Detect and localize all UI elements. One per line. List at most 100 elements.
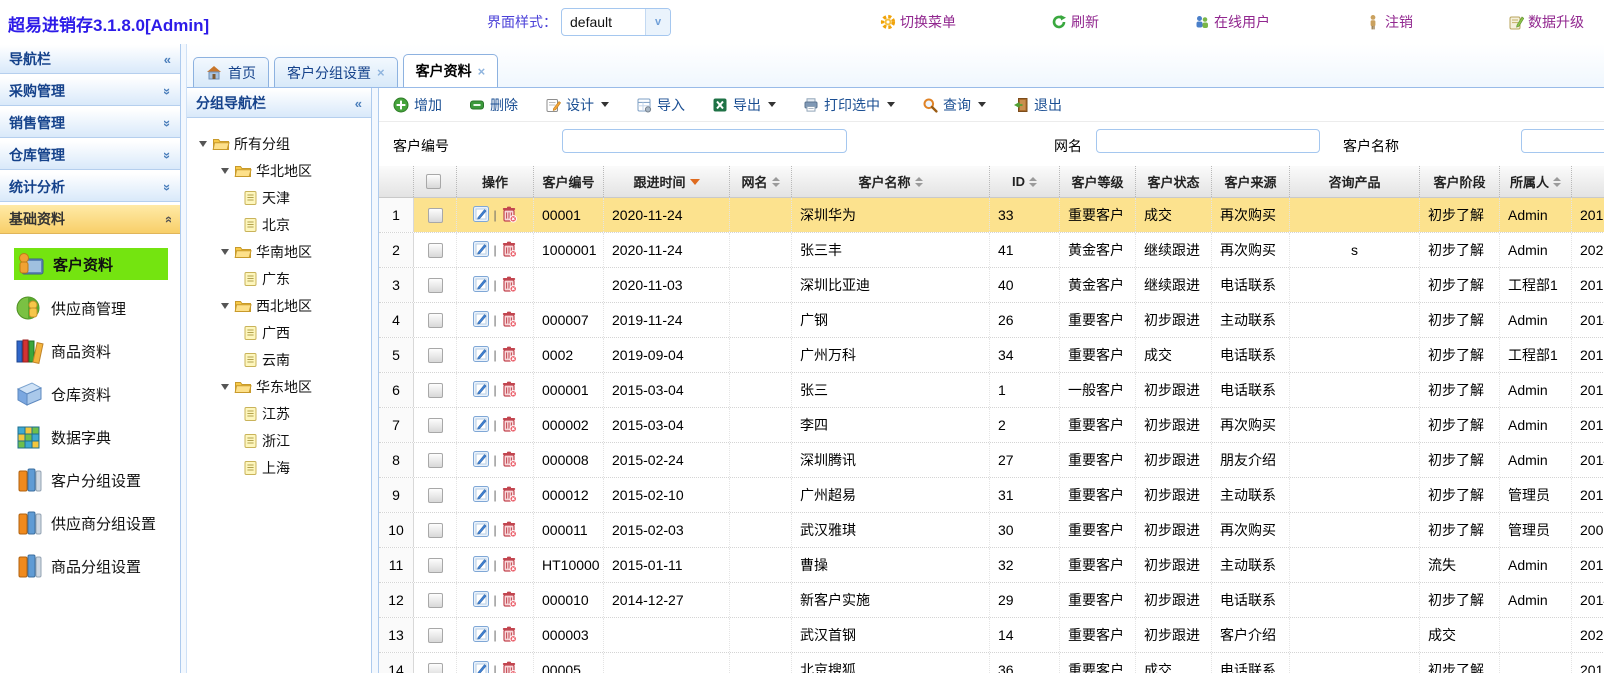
tree-node-上海[interactable]: 上海 bbox=[193, 454, 371, 481]
toolbar-button-查询[interactable]: 查询 bbox=[922, 95, 986, 115]
edit-button[interactable] bbox=[472, 415, 490, 436]
top-action-person[interactable]: 注销 bbox=[1365, 12, 1413, 32]
row-checkbox[interactable] bbox=[428, 418, 443, 433]
delete-button[interactable] bbox=[500, 310, 518, 331]
table-row[interactable]: 11|HT100002015-01-11曹操32重要客户初步跟进主动联系流失Ad… bbox=[379, 548, 1604, 583]
sidebar-item-数据字典[interactable]: 数据字典 bbox=[14, 422, 180, 452]
tree-expander-icon[interactable] bbox=[221, 168, 229, 174]
accordion-panel-采购管理[interactable]: 采购管理 » bbox=[0, 76, 180, 106]
edit-button[interactable] bbox=[472, 275, 490, 296]
collapse-left-icon[interactable]: « bbox=[355, 96, 362, 111]
edit-button[interactable] bbox=[472, 205, 490, 226]
edit-button[interactable] bbox=[472, 240, 490, 261]
tree-node-天津[interactable]: 天津 bbox=[193, 184, 371, 211]
nav-sidebar-header[interactable]: 导航栏 « bbox=[0, 44, 180, 74]
delete-button[interactable] bbox=[500, 380, 518, 401]
tree-node-浙江[interactable]: 浙江 bbox=[193, 427, 371, 454]
accordion-panel-销售管理[interactable]: 销售管理 » bbox=[0, 108, 180, 138]
delete-button[interactable] bbox=[500, 660, 518, 673]
table-row[interactable]: 14|00005北京搜狐36重要客户成交电话联系初步了解2019 bbox=[379, 653, 1604, 673]
tree-node-北京[interactable]: 北京 bbox=[193, 211, 371, 238]
nav-splitter[interactable] bbox=[180, 44, 187, 673]
top-action-upgrade[interactable]: 数据升级 bbox=[1508, 12, 1584, 32]
tree-expander-icon[interactable] bbox=[221, 384, 229, 390]
edit-button[interactable] bbox=[472, 590, 490, 611]
column-header-level[interactable]: 客户等级 bbox=[1060, 166, 1136, 197]
search-input-网名[interactable] bbox=[1096, 129, 1320, 153]
table-row[interactable]: 4|0000072019-11-24广钢26重要客户初步跟进主动联系初步了解Ad… bbox=[379, 303, 1604, 338]
column-header-id[interactable]: ID bbox=[990, 166, 1060, 197]
sidebar-item-仓库资料[interactable]: 仓库资料 bbox=[14, 379, 180, 409]
sidebar-item-商品资料[interactable]: 商品资料 bbox=[14, 336, 180, 366]
accordion-panel-统计分析[interactable]: 统计分析 » bbox=[0, 172, 180, 202]
row-checkbox[interactable] bbox=[428, 208, 443, 223]
column-header-source[interactable]: 客户来源 bbox=[1212, 166, 1290, 197]
tree-expander-icon[interactable] bbox=[221, 303, 229, 309]
table-row[interactable]: 2|10000012020-11-24张三丰41黄金客户继续跟进再次购买s初步了… bbox=[379, 233, 1604, 268]
table-row[interactable]: 1|000012020-11-24深圳华为33重要客户成交再次购买初步了解Adm… bbox=[379, 198, 1604, 233]
row-checkbox[interactable] bbox=[428, 348, 443, 363]
row-checkbox[interactable] bbox=[428, 243, 443, 258]
tree-expander-icon[interactable] bbox=[199, 141, 207, 147]
search-input-客户名称[interactable] bbox=[1521, 129, 1604, 153]
edit-button[interactable] bbox=[472, 450, 490, 471]
accordion-panel-基础资料[interactable]: 基础资料 » bbox=[0, 204, 180, 234]
table-row[interactable]: 13|000003武汉首钢14重要客户初步跟进客户介绍成交2020 bbox=[379, 618, 1604, 653]
close-icon[interactable]: × bbox=[478, 64, 486, 79]
tab-首页[interactable]: 首页 bbox=[193, 57, 269, 87]
row-checkbox[interactable] bbox=[428, 313, 443, 328]
toolbar-button-删除[interactable]: 删除 bbox=[469, 95, 518, 115]
row-checkbox[interactable] bbox=[428, 663, 443, 673]
tree-node-江苏[interactable]: 江苏 bbox=[193, 400, 371, 427]
column-header-rownum[interactable] bbox=[379, 166, 414, 197]
tree-node-华南地区[interactable]: 华南地区 bbox=[193, 238, 371, 265]
tree-node-所有分组[interactable]: 所有分组 bbox=[193, 130, 371, 157]
delete-button[interactable] bbox=[500, 485, 518, 506]
tree-node-广东[interactable]: 广东 bbox=[193, 265, 371, 292]
table-row[interactable]: 3|2020-11-03深圳比亚迪40黄金客户继续跟进电话联系初步了解工程部12… bbox=[379, 268, 1604, 303]
tree-expander-icon[interactable] bbox=[221, 249, 229, 255]
table-row[interactable]: 9|0000122015-02-10广州超易31重要客户初步跟进主动联系初步了解… bbox=[379, 478, 1604, 513]
delete-button[interactable] bbox=[500, 415, 518, 436]
delete-button[interactable] bbox=[500, 240, 518, 261]
column-header-nickname[interactable]: 网名 bbox=[730, 166, 792, 197]
table-row[interactable]: 8|0000082015-02-24深圳腾讯27重要客户初步跟进朋友介绍初步了解… bbox=[379, 443, 1604, 478]
edit-button[interactable] bbox=[472, 520, 490, 541]
column-header-name[interactable]: 客户名称 bbox=[792, 166, 990, 197]
top-action-refresh[interactable]: 刷新 bbox=[1051, 12, 1099, 32]
top-action-users[interactable]: 在线用户 bbox=[1194, 12, 1270, 32]
tree-node-云南[interactable]: 云南 bbox=[193, 346, 371, 373]
sidebar-item-客户分组设置[interactable]: 客户分组设置 bbox=[14, 465, 180, 495]
table-row[interactable]: 10|0000112015-02-03武汉雅琪30重要客户初步跟进再次购买初步了… bbox=[379, 513, 1604, 548]
tree-node-华东地区[interactable]: 华东地区 bbox=[193, 373, 371, 400]
row-checkbox[interactable] bbox=[428, 558, 443, 573]
row-checkbox[interactable] bbox=[428, 488, 443, 503]
sidebar-item-商品分组设置[interactable]: 商品分组设置 bbox=[14, 551, 180, 581]
delete-button[interactable] bbox=[500, 205, 518, 226]
column-header-check[interactable] bbox=[414, 166, 457, 197]
select-all-checkbox[interactable] bbox=[426, 174, 441, 189]
sidebar-item-供应商分组设置[interactable]: 供应商分组设置 bbox=[14, 508, 180, 538]
sidebar-item-客户资料[interactable]: 客户资料 bbox=[14, 248, 168, 280]
column-header-owner[interactable]: 所属人 bbox=[1500, 166, 1572, 197]
column-header-ops[interactable]: 操作 bbox=[457, 166, 534, 197]
top-action-gear[interactable]: 切换菜单 bbox=[880, 12, 956, 32]
toolbar-button-增加[interactable]: 增加 bbox=[393, 95, 442, 115]
row-checkbox[interactable] bbox=[428, 383, 443, 398]
tree-node-华北地区[interactable]: 华北地区 bbox=[193, 157, 371, 184]
delete-button[interactable] bbox=[500, 275, 518, 296]
edit-button[interactable] bbox=[472, 555, 490, 576]
delete-button[interactable] bbox=[500, 555, 518, 576]
column-header-product[interactable]: 咨询产品 bbox=[1290, 166, 1420, 197]
delete-button[interactable] bbox=[500, 520, 518, 541]
column-header-code[interactable]: 客户编号 bbox=[534, 166, 604, 197]
column-header-follow_date[interactable]: 跟进时间 bbox=[604, 166, 730, 197]
delete-button[interactable] bbox=[500, 450, 518, 471]
style-select[interactable]: default v bbox=[561, 8, 671, 36]
group-panel-header[interactable]: 分组导航栏 « bbox=[187, 88, 371, 118]
row-checkbox[interactable] bbox=[428, 593, 443, 608]
tree-node-西北地区[interactable]: 西北地区 bbox=[193, 292, 371, 319]
row-checkbox[interactable] bbox=[428, 453, 443, 468]
sidebar-item-供应商管理[interactable]: 供应商管理 bbox=[14, 293, 180, 323]
row-checkbox[interactable] bbox=[428, 278, 443, 293]
